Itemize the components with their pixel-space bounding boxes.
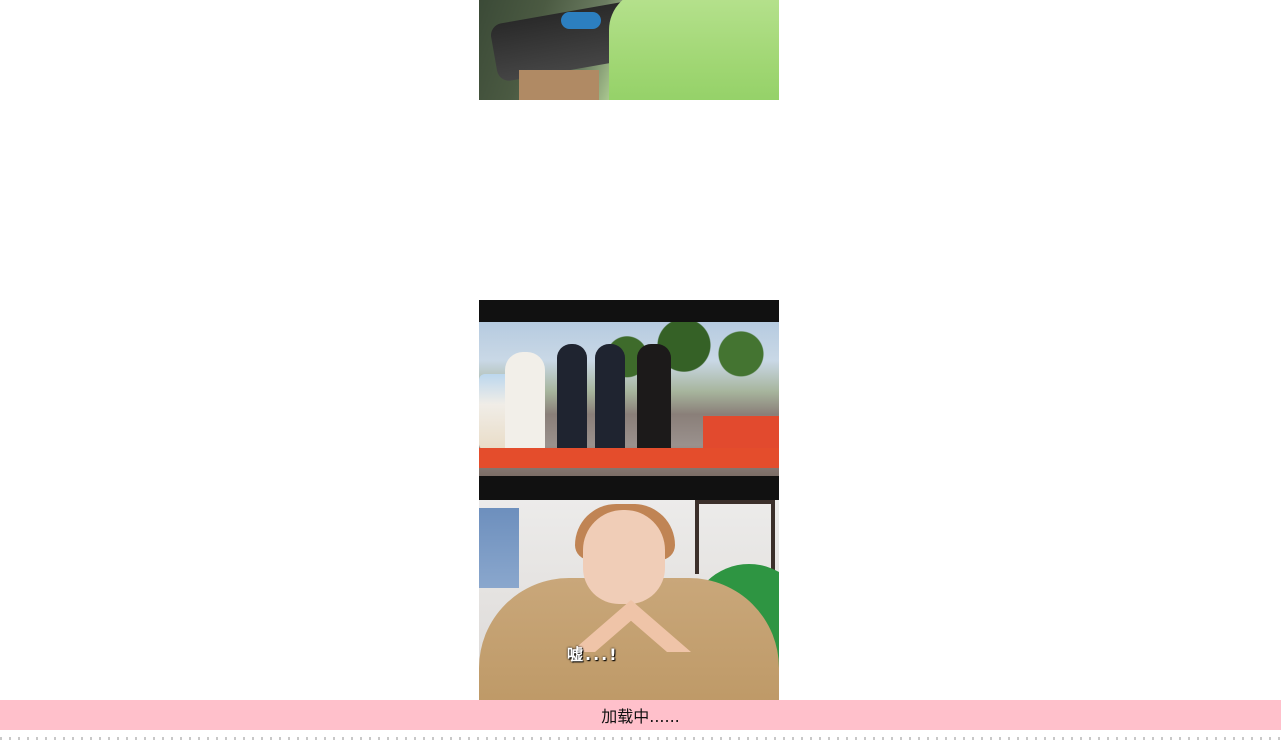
green-sweater <box>609 0 779 100</box>
host-figure <box>637 344 671 462</box>
video-thumbnail-1[interactable] <box>479 0 779 100</box>
number-badge <box>561 12 601 29</box>
shelf-frame <box>695 500 775 574</box>
loading-bar: 加载中...... <box>0 700 1281 730</box>
guest-figure <box>595 344 625 462</box>
red-carpet <box>479 448 779 468</box>
guest-figure <box>557 344 587 462</box>
shelf <box>519 70 599 100</box>
person-face <box>583 510 665 604</box>
window <box>479 508 519 588</box>
video-thumbnail-2[interactable] <box>479 300 779 500</box>
bride-figure <box>505 352 545 456</box>
video-thumbnail-3[interactable]: 嘘...! <box>479 500 779 700</box>
loading-text: 加载中...... <box>601 707 680 726</box>
video-caption: 嘘...! <box>567 645 619 664</box>
video-feed: 嘘...! <box>479 0 779 700</box>
